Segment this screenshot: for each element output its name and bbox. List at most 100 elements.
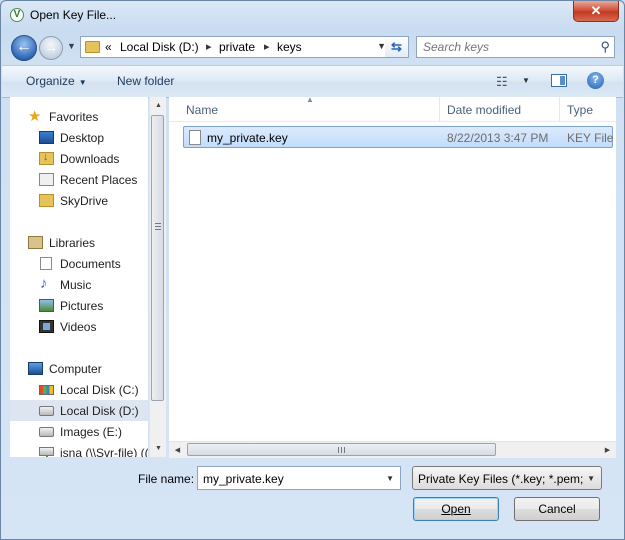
file-date: 8/22/2013 3:47 PM — [447, 131, 549, 145]
open-button[interactable]: Open — [413, 497, 499, 521]
sidebar-label: Desktop — [60, 131, 105, 145]
new-folder-button[interactable]: New folder — [117, 74, 174, 88]
column-header-type[interactable]: Type — [567, 103, 593, 117]
search-icon[interactable]: ⚲ — [600, 39, 610, 55]
grip-line — [155, 226, 161, 227]
system-drive-icon — [39, 385, 54, 395]
sidebar-label: Videos — [60, 320, 97, 334]
documents-icon — [40, 257, 52, 270]
file-type-filter-value: Private Key Files (*.key; *.pem; * — [418, 472, 583, 486]
grip-line — [155, 223, 161, 224]
star-icon: ★ — [28, 108, 42, 125]
title-bar[interactable]: V Open Key File... ✕ — [1, 1, 624, 31]
file-row[interactable]: my_private.key 8/22/2013 3:47 PM KEY Fil… — [183, 126, 613, 148]
column-divider[interactable] — [439, 97, 440, 121]
sidebar-item-favorites[interactable]: ★ Favorites — [10, 106, 148, 127]
sidebar-item-local-disk-d[interactable]: Local Disk (D:) — [10, 400, 148, 421]
back-arrow-icon[interactable]: ← — [11, 35, 37, 61]
grip-line — [344, 447, 345, 453]
navigation-bar: ← → ▼ « Local Disk (D:) ▸ private ▸ keys… — [1, 31, 624, 63]
navigation-scrollbar[interactable]: ▲ ▼ — [149, 97, 166, 457]
app-icon: V — [10, 8, 24, 22]
horizontal-scrollbar[interactable]: ◀ ▶ — [169, 441, 616, 458]
address-chevron-icon[interactable]: ▸ — [206, 40, 212, 53]
sidebar-item-local-disk-c[interactable]: Local Disk (C:) — [10, 379, 148, 400]
scrollbar-thumb[interactable] — [187, 443, 496, 456]
cancel-button[interactable]: Cancel — [514, 497, 600, 521]
column-header-name[interactable]: Name — [186, 103, 218, 117]
address-chevron-icon[interactable]: ▸ — [264, 40, 270, 53]
sidebar-item-desktop[interactable]: Desktop — [10, 127, 148, 148]
column-header-row: ▲ Name Date modified Type — [169, 97, 616, 122]
column-divider[interactable] — [559, 97, 560, 121]
sidebar-label: Pictures — [60, 299, 104, 313]
file-type-filter[interactable]: Private Key Files (*.key; *.pem; * ▼ — [412, 466, 602, 490]
recent-places-icon — [39, 173, 54, 186]
music-icon: ♪ — [40, 275, 48, 292]
organize-menu[interactable]: Organize ▼ — [26, 74, 87, 88]
sidebar-item-pictures[interactable]: Pictures — [10, 295, 148, 316]
view-dropdown-icon[interactable]: ▼ — [522, 76, 530, 85]
sidebar-label: Images (E:) — [60, 425, 123, 439]
address-segment-drive[interactable]: Local Disk (D:) — [120, 40, 199, 54]
sidebar-item-videos[interactable]: Videos — [10, 316, 148, 337]
refresh-icon[interactable]: ⇆ — [385, 36, 409, 58]
network-drive-icon — [39, 447, 54, 457]
file-name-label: File name: — [138, 472, 195, 486]
computer-icon — [28, 362, 43, 375]
sidebar-label: Music — [60, 278, 92, 292]
open-button-label: Open — [441, 502, 471, 516]
sidebar-item-documents[interactable]: Documents — [10, 253, 148, 274]
close-button[interactable]: ✕ — [573, 1, 619, 22]
scroll-right-icon[interactable]: ▶ — [599, 442, 616, 459]
scroll-left-icon[interactable]: ◀ — [169, 442, 186, 459]
sidebar-label: Computer — [49, 362, 102, 376]
address-bar[interactable]: « Local Disk (D:) ▸ private ▸ keys ▼ — [80, 36, 405, 58]
chevron-down-icon[interactable]: ▼ — [386, 474, 394, 483]
skydrive-icon — [39, 194, 54, 207]
preview-pane-icon[interactable] — [551, 74, 567, 87]
grip-line — [341, 447, 342, 453]
address-segment-keys[interactable]: keys — [277, 40, 302, 54]
grip-line — [338, 447, 339, 453]
drive-icon — [39, 406, 54, 416]
open-file-dialog: V Open Key File... ✕ ← → ▼ « Local Disk … — [0, 0, 625, 540]
address-overflow[interactable]: « — [105, 40, 112, 54]
videos-icon — [39, 320, 54, 333]
sidebar-label: SkyDrive — [60, 194, 109, 208]
file-name-value[interactable]: my_private.key — [203, 472, 284, 486]
search-input[interactable] — [423, 40, 593, 54]
drive-icon — [39, 427, 54, 437]
file-name: my_private.key — [207, 131, 288, 145]
pictures-icon — [39, 299, 54, 312]
scrollbar-thumb[interactable] — [151, 115, 164, 401]
sidebar-item-computer[interactable]: Computer — [10, 358, 148, 379]
sidebar-item-recent-places[interactable]: Recent Places — [10, 169, 148, 190]
view-options-icon[interactable]: ☷ — [496, 74, 508, 90]
scroll-down-icon[interactable]: ▼ — [150, 440, 167, 457]
sidebar-item-downloads[interactable]: Downloads — [10, 148, 148, 169]
search-box[interactable]: ⚲ — [416, 36, 615, 58]
recent-pages-dropdown-icon[interactable]: ▼ — [67, 41, 76, 51]
chevron-down-icon[interactable]: ▼ — [587, 474, 595, 483]
downloads-icon — [39, 151, 54, 165]
column-header-date[interactable]: Date modified — [447, 103, 521, 117]
sidebar-item-skydrive[interactable]: SkyDrive — [10, 190, 148, 211]
sidebar-item-network-drive[interactable]: isna (\\Svr-file) (( — [10, 442, 148, 457]
sidebar-label: isna (\\Svr-file) (( — [60, 446, 148, 457]
help-icon[interactable]: ? — [587, 72, 604, 89]
forward-arrow-icon[interactable]: → — [39, 36, 63, 60]
sidebar-item-images-e[interactable]: Images (E:) — [10, 421, 148, 442]
file-list: ▲ Name Date modified Type my_private.key… — [169, 97, 616, 442]
sidebar-label: Local Disk (D:) — [60, 404, 139, 418]
libraries-icon — [28, 236, 43, 249]
grip-line — [155, 229, 161, 230]
sidebar-item-music[interactable]: ♪ Music — [10, 274, 148, 295]
command-toolbar: Organize ▼ New folder ☷ ▼ ? — [2, 65, 623, 98]
scroll-up-icon[interactable]: ▲ — [150, 97, 167, 114]
file-name-field[interactable]: my_private.key ▼ — [197, 466, 401, 490]
file-type: KEY File — [567, 131, 614, 145]
sidebar-item-libraries[interactable]: Libraries — [10, 232, 148, 253]
sidebar-label: Recent Places — [60, 173, 138, 187]
address-segment-private[interactable]: private — [219, 40, 255, 54]
